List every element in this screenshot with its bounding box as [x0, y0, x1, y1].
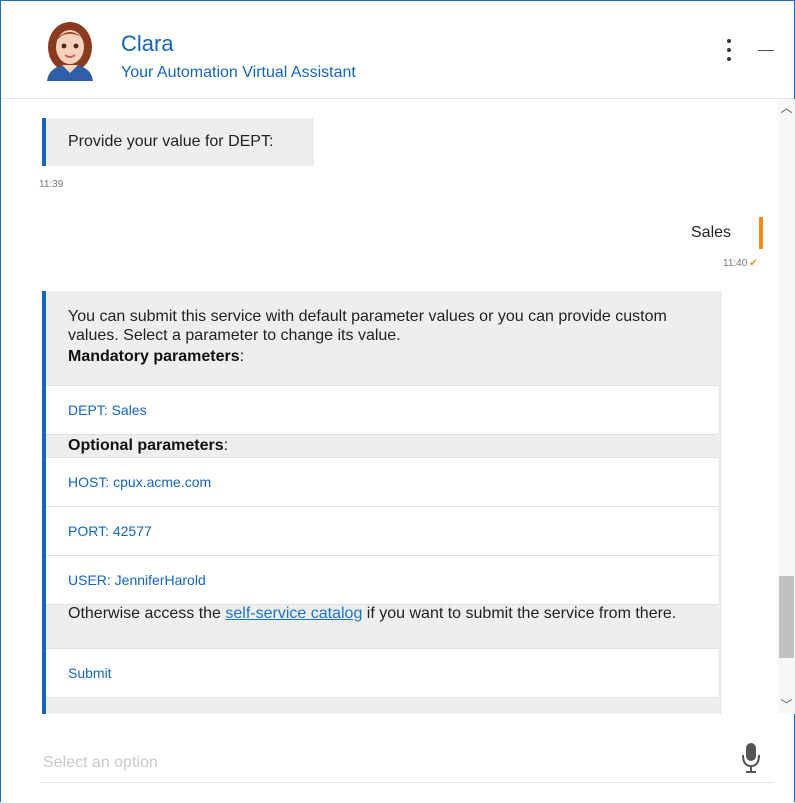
minimize-icon[interactable]	[758, 48, 774, 52]
assistant-name: Clara	[121, 31, 174, 56]
assistant-subtitle: Your Automation Virtual Assistant	[121, 64, 356, 81]
user-message-time-text: 11:40	[723, 258, 748, 269]
optional-label: Optional parameters	[68, 437, 224, 454]
outro-after: if you want to submit the service from t…	[362, 605, 677, 622]
card-outro-text: Otherwise access the self-service catalo…	[68, 604, 708, 623]
mandatory-section-heading: Mandatory parameters:	[68, 348, 245, 365]
option-label: USER: JenniferHarold	[68, 572, 206, 588]
option-dept[interactable]: DEPT: Sales	[46, 385, 718, 435]
checkmark-icon: ✔	[749, 258, 758, 269]
submit-label: Submit	[68, 665, 112, 681]
mandatory-label: Mandatory parameters	[68, 348, 240, 365]
optional-section-heading: Optional parameters:	[68, 437, 229, 454]
message-input[interactable]	[41, 747, 735, 779]
option-label: PORT: 42577	[68, 523, 152, 539]
more-options-icon[interactable]	[723, 39, 735, 65]
bot-message-text: Provide your value for DEPT:	[68, 133, 274, 150]
outro-before: Otherwise access the	[68, 605, 226, 622]
scrollbar-thumb[interactable]	[779, 576, 794, 658]
chat-transcript: Provide your value for DEPT: 11:39 Sales…	[1, 99, 777, 714]
bot-message-time: 11:39	[39, 179, 64, 190]
user-message-time: 11:40 ✔	[723, 258, 758, 269]
option-label: HOST: cpux.acme.com	[68, 474, 212, 490]
submit-button[interactable]: Submit	[46, 648, 718, 698]
user-message-text: Sales	[691, 224, 732, 241]
option-port[interactable]: PORT: 42577	[46, 506, 718, 556]
microphone-icon[interactable]	[741, 741, 761, 775]
input-underline	[41, 782, 774, 783]
bot-message: Provide your value for DEPT:	[42, 118, 314, 166]
scroll-up-icon[interactable]: ︿	[778, 99, 795, 117]
scroll-down-icon[interactable]: ﹀	[778, 696, 795, 714]
card-intro-text: You can submit this service with default…	[68, 308, 667, 344]
input-area	[1, 714, 794, 802]
option-host[interactable]: HOST: cpux.acme.com	[46, 457, 718, 507]
option-user[interactable]: USER: JenniferHarold	[46, 555, 718, 605]
assistant-avatar	[47, 22, 93, 81]
option-label: DEPT: Sales	[68, 402, 147, 418]
self-service-catalog-link[interactable]: self-service catalog	[225, 605, 362, 622]
chat-header: Clara Your Automation Virtual Assistant	[1, 1, 794, 99]
chat-window: Clara Your Automation Virtual Assistant …	[0, 0, 795, 802]
user-message-marker	[759, 217, 763, 249]
chat-scrollbar[interactable]: ︿ ﹀	[778, 99, 795, 714]
service-card: You can submit this service with default…	[42, 291, 722, 714]
